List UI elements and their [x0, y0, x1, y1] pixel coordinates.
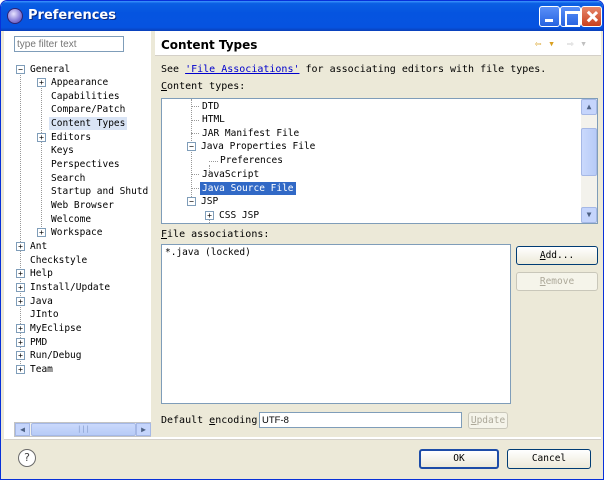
sidebar-item-compare-patch[interactable]: Compare/Patch	[51, 103, 125, 116]
preference-tree-panel: −General +Appearance Capabilities Compar…	[7, 33, 151, 439]
sidebar-item-workspace[interactable]: + Workspace	[37, 226, 102, 239]
sidebar-item-jinto[interactable]: JInto	[30, 308, 59, 321]
preferences-window: Preferences −General +Appearance Capabil…	[0, 0, 604, 480]
file-associations-label: File associations:	[161, 229, 270, 240]
content-type-item[interactable]: JAR Manifest File	[202, 127, 299, 140]
sidebar-item-startup-shutdown[interactable]: Startup and Shutd	[51, 185, 149, 198]
expand-icon[interactable]: +	[37, 133, 46, 142]
page-description: See 'File Associations' for associating …	[161, 64, 547, 75]
expand-icon[interactable]: +	[37, 78, 46, 87]
scroll-left-icon[interactable]: ◀	[15, 423, 30, 436]
expand-icon[interactable]: +	[16, 324, 25, 333]
expand-icon[interactable]: +	[16, 351, 25, 360]
expand-icon[interactable]: +	[205, 211, 214, 220]
file-associations-link[interactable]: 'File Associations'	[185, 64, 299, 75]
filter-input[interactable]	[14, 36, 124, 52]
forward-arrow-icon[interactable]: ⇨ ▾	[567, 38, 587, 49]
maximize-button[interactable]	[560, 6, 581, 27]
sidebar-item-run-debug[interactable]: + Run/Debug	[16, 349, 81, 362]
sidebar-item-myeclipse[interactable]: + MyEclipse	[16, 322, 81, 335]
sidebar-item-pmd[interactable]: + PMD	[16, 336, 47, 349]
expand-icon[interactable]: +	[16, 283, 25, 292]
scroll-right-icon[interactable]: ▶	[136, 423, 151, 436]
sidebar-item-install-update[interactable]: + Install/Update	[16, 281, 110, 294]
sidebar-item-search[interactable]: Search	[51, 172, 85, 185]
sidebar-item-appearance[interactable]: + Appearance	[37, 76, 108, 89]
content-types-tree[interactable]: DTD HTML JAR Manifest File − Java Propert…	[161, 98, 598, 224]
scroll-up-icon[interactable]: ▲	[581, 99, 597, 115]
sidebar-item-java[interactable]: + Java	[16, 295, 53, 308]
close-button[interactable]	[581, 6, 602, 27]
content-type-item[interactable]: − JSP	[187, 195, 218, 208]
sidebar-item-checkstyle[interactable]: Checkstyle	[30, 254, 87, 267]
sidebar-item-help[interactable]: + Help	[16, 267, 53, 280]
update-button[interactable]: Update	[468, 412, 508, 429]
expand-icon[interactable]: +	[16, 365, 25, 374]
cancel-button[interactable]: Cancel	[507, 449, 591, 469]
expand-icon[interactable]: +	[16, 242, 25, 251]
page-title: Content Types	[161, 38, 258, 52]
content-type-item-selected[interactable]: Java Source File	[200, 182, 296, 195]
dialog-body: −General +Appearance Capabilities Compar…	[4, 31, 601, 478]
content-types-page: Content Types ⇦ ▾ ⇨ ▾ See 'File Associat…	[155, 31, 601, 437]
content-type-item[interactable]: HTML	[202, 113, 225, 126]
collapse-icon[interactable]: −	[16, 65, 25, 74]
back-arrow-icon[interactable]: ⇦ ▾	[535, 38, 555, 49]
expand-icon[interactable]: +	[37, 228, 46, 237]
dialog-footer: ? OK Cancel	[4, 439, 601, 478]
content-type-item[interactable]: JavaScript	[202, 168, 259, 181]
expand-icon[interactable]: +	[16, 338, 25, 347]
add-button[interactable]: Add...	[516, 246, 598, 265]
title-bar[interactable]: Preferences	[1, 1, 603, 31]
sidebar-item-content-types[interactable]: Content Types	[49, 117, 128, 130]
scrollbar-thumb[interactable]: |||	[31, 423, 136, 436]
content-type-item[interactable]: − Java Properties File	[187, 140, 315, 153]
content-types-vertical-scrollbar[interactable]: ▲ ▼	[581, 99, 597, 223]
sidebar-item-capabilities[interactable]: Capabilities	[51, 90, 120, 103]
sidebar-item-keys[interactable]: Keys	[51, 144, 74, 157]
minimize-button[interactable]	[539, 6, 560, 27]
sidebar-item-perspectives[interactable]: Perspectives	[51, 158, 120, 171]
sidebar-item-general[interactable]: − General	[16, 63, 70, 76]
scrollbar-thumb[interactable]	[581, 128, 597, 176]
remove-button[interactable]: Remove	[516, 272, 598, 291]
content-types-label: Content types:	[161, 81, 246, 92]
app-icon	[7, 8, 23, 24]
sidebar-item-editors[interactable]: + Editors	[37, 131, 91, 144]
window-title: Preferences	[28, 8, 116, 23]
help-icon[interactable]: ?	[18, 449, 36, 467]
expand-icon[interactable]: +	[16, 297, 25, 306]
file-associations-list[interactable]: *.java (locked)	[161, 244, 511, 404]
content-type-item[interactable]: DTD	[202, 100, 219, 113]
expand-icon[interactable]: +	[16, 269, 25, 278]
content-type-item[interactable]: + CSS JSP	[205, 209, 259, 222]
file-association-item[interactable]: *.java (locked)	[165, 247, 251, 258]
default-encoding-input[interactable]	[259, 412, 462, 428]
sidebar-item-team[interactable]: + Team	[16, 363, 53, 376]
content-type-item[interactable]: Preferences	[220, 154, 283, 167]
default-encoding-label: Default encoding:	[161, 415, 264, 426]
sidebar-item-ant[interactable]: + Ant	[16, 240, 47, 253]
page-header: Content Types ⇦ ▾ ⇨ ▾	[155, 31, 601, 56]
scroll-down-icon[interactable]: ▼	[581, 207, 597, 223]
collapse-icon[interactable]: −	[187, 142, 196, 151]
sidebar-item-web-browser[interactable]: Web Browser	[51, 199, 114, 212]
collapse-icon[interactable]: −	[187, 197, 196, 206]
tree-horizontal-scrollbar[interactable]: ◀ ||| ▶	[14, 422, 151, 437]
ok-button[interactable]: OK	[419, 449, 499, 469]
sidebar-item-welcome[interactable]: Welcome	[51, 213, 91, 226]
